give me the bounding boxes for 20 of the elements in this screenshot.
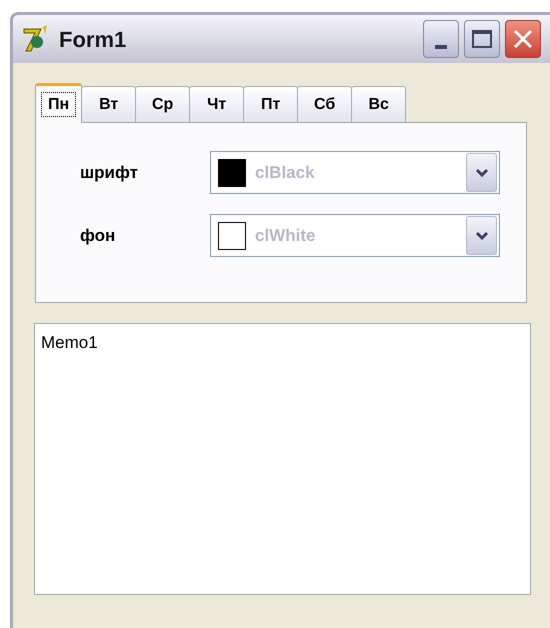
field-label: шрифт xyxy=(80,162,139,184)
close-icon xyxy=(512,28,534,50)
window-title: Form1 xyxy=(59,26,126,54)
chevron-down-icon xyxy=(474,168,488,178)
tab[interactable]: Чт xyxy=(189,86,244,122)
tab[interactable]: Вт xyxy=(81,86,136,122)
tab[interactable]: Пн xyxy=(35,83,82,123)
minimize-button[interactable] xyxy=(423,20,459,58)
tab[interactable]: Пт xyxy=(243,86,298,122)
field-label: фон xyxy=(80,224,116,247)
tab[interactable]: Вс xyxy=(351,86,406,122)
tab[interactable]: Сб xyxy=(297,86,352,122)
memo-field[interactable]: Memo1 xyxy=(34,323,531,595)
maximize-button[interactable] xyxy=(464,20,500,58)
tab[interactable]: Ср xyxy=(135,86,190,122)
dropdown-value: clBlack xyxy=(255,162,316,184)
memo-text: Memo1 xyxy=(41,333,98,352)
dropdown-value: clWhite xyxy=(255,224,316,247)
close-button[interactable] xyxy=(505,20,541,58)
chevron-down-icon xyxy=(474,230,488,240)
